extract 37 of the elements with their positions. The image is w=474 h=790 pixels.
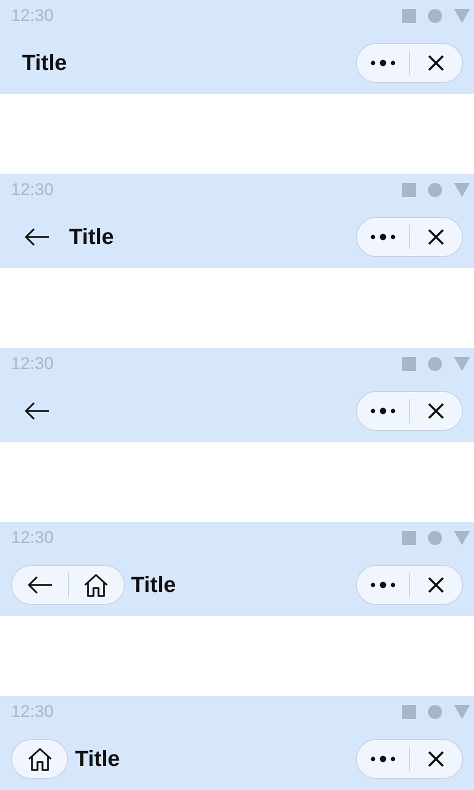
square-icon	[402, 9, 416, 23]
page-title: Title	[22, 50, 67, 76]
back-arrow-icon	[26, 576, 53, 594]
back-button[interactable]	[24, 228, 50, 246]
square-icon	[402, 531, 416, 545]
back-button[interactable]	[24, 402, 50, 420]
circle-icon	[428, 705, 442, 719]
close-icon	[427, 402, 445, 420]
close-icon	[427, 576, 445, 594]
circle-icon	[428, 531, 442, 545]
page-title: Title	[69, 224, 114, 250]
more-icon	[370, 59, 396, 67]
more-icon	[370, 407, 396, 415]
home-button[interactable]	[11, 739, 68, 779]
triangle-icon	[454, 183, 470, 197]
square-icon	[402, 705, 416, 719]
home-icon	[83, 573, 110, 597]
close-icon	[427, 750, 445, 768]
circle-icon	[428, 357, 442, 371]
home-icon	[26, 747, 52, 771]
page-title: Title	[75, 746, 120, 772]
triangle-icon	[454, 531, 470, 545]
close-icon	[427, 54, 445, 72]
more-icon	[370, 581, 396, 589]
circle-icon	[428, 183, 442, 197]
more-icon	[370, 233, 396, 241]
back-arrow-icon	[24, 228, 50, 246]
triangle-icon	[454, 705, 470, 719]
square-icon	[402, 183, 416, 197]
triangle-icon	[454, 357, 470, 371]
back-arrow-icon	[24, 402, 50, 420]
circle-icon	[428, 9, 442, 23]
page-title: Title	[131, 572, 176, 598]
more-icon	[370, 755, 396, 763]
close-icon	[427, 228, 445, 246]
triangle-icon	[454, 9, 470, 23]
square-icon	[402, 357, 416, 371]
